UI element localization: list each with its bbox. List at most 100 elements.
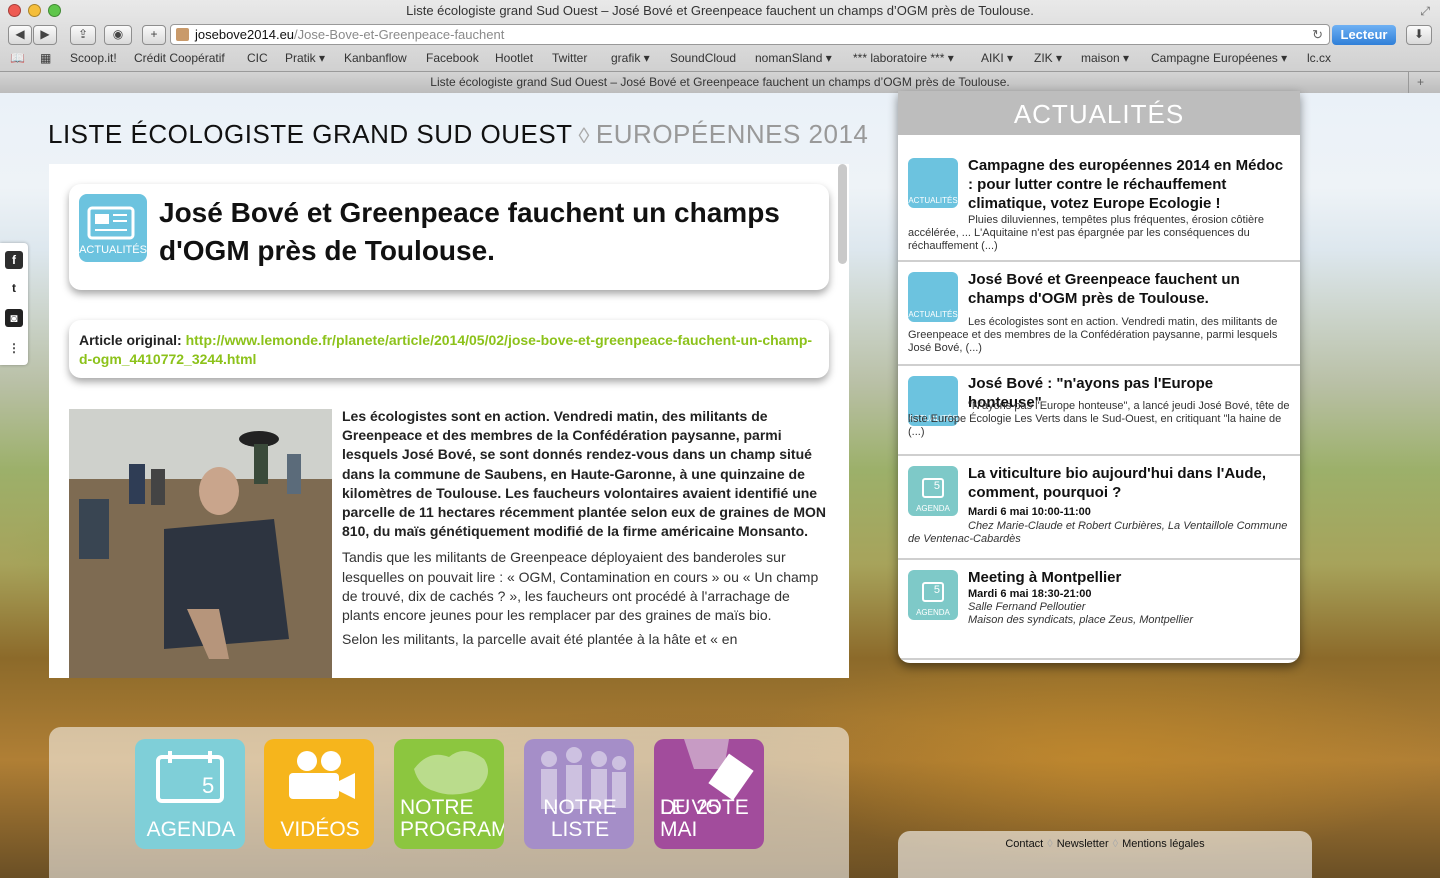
bookmark-item[interactable]: CIC xyxy=(247,51,268,65)
nav-agenda-button[interactable]: 5 AGENDA xyxy=(135,739,245,849)
address-bar[interactable]: josebove2014.eu/Jose-Bove-et-Greenpeace-… xyxy=(170,24,1330,45)
forward-button[interactable]: ▶ xyxy=(33,25,57,45)
bookmark-item[interactable]: Facebook xyxy=(426,51,479,65)
minimize-window-button[interactable] xyxy=(28,4,41,17)
article-paragraph: Tandis que les militants de Greenpeace d… xyxy=(342,549,819,624)
nav-agenda-label: AGENDA xyxy=(146,818,236,841)
bookmark-item[interactable]: grafik ▾ xyxy=(611,51,650,65)
article-panel: ACTUALITÉS José Bové et Greenpeace fauch… xyxy=(49,164,849,678)
url-domain: josebove2014.eu xyxy=(195,27,295,42)
article-body: Les écologistes sont en action. Vendredi… xyxy=(342,407,829,649)
article-paragraph: Selon les militants, la parcelle avait é… xyxy=(342,631,738,648)
bookmark-item[interactable]: Campagne Européenes ▾ xyxy=(1151,51,1287,65)
news-summary: Les écologistes sont en action. Vendredi… xyxy=(908,316,1278,354)
svg-text:5: 5 xyxy=(202,773,214,798)
site-subtitle: EUROPÉENNES 2014 xyxy=(595,119,869,149)
window-title: Liste écologiste grand Sud Ouest – José … xyxy=(406,3,1034,18)
agenda-place: Maison des syndicats, place Zeus, Montpe… xyxy=(968,614,1193,626)
bottom-navigation: 5 AGENDA VIDÉOS NOTRE PROGRAMME xyxy=(49,727,849,878)
agenda-title[interactable]: Meeting à Montpellier xyxy=(968,568,1290,587)
agenda-item[interactable]: 5 AGENDA Meeting à Montpellier Mardi 6 ma… xyxy=(898,560,1300,660)
agenda-item[interactable]: 5 AGENDA La viticulture bio aujourd'hui d… xyxy=(898,456,1300,560)
reading-list-icon[interactable]: 📖 xyxy=(10,51,25,65)
reader-button[interactable]: Lecteur xyxy=(1332,25,1396,45)
bookmark-item[interactable]: maison ▾ xyxy=(1081,51,1129,65)
footer-links: Contact ◊ Newsletter ◊ Mentions légales xyxy=(898,831,1312,878)
footer-newsletter-link[interactable]: Newsletter xyxy=(1057,838,1109,850)
social-sidebar: f t ◙ ⋮ xyxy=(0,243,28,365)
calendar-icon: 5 xyxy=(156,751,224,803)
article-scrollbar[interactable] xyxy=(838,164,847,264)
bookmark-item[interactable]: lc.cx xyxy=(1307,51,1331,65)
article-photo xyxy=(69,409,332,678)
browser-toolbar: ◀ ▶ ⇪ ◉ + josebove2014.eu/Jose-Bove-et-G… xyxy=(0,22,1440,48)
bookmark-item[interactable]: *** laboratoire *** ▾ xyxy=(853,51,954,65)
site-title-main: LISTE ÉCOLOGISTE GRAND SUD OUEST xyxy=(48,119,573,149)
nav-videos-label: VIDÉOS xyxy=(280,818,360,841)
bookmark-item[interactable]: AIKI ▾ xyxy=(981,51,1013,65)
news-summary: Pluies diluviennes, tempêtes plus fréque… xyxy=(908,214,1264,252)
bookmark-item[interactable]: Kanbanflow xyxy=(344,51,407,65)
news-item[interactable]: ACTUALITÉS Campagne des européennes 2014… xyxy=(898,148,1300,262)
bookmark-item[interactable]: Crédit Coopératif xyxy=(134,51,225,65)
back-button[interactable]: ◀ xyxy=(8,25,32,45)
share-more-icon[interactable]: ⋮ xyxy=(5,339,23,357)
newspaper-icon: ACTUALITÉS xyxy=(908,158,958,208)
downloads-icon[interactable]: ⬇ xyxy=(1406,25,1432,45)
nav-list-button[interactable]: NOTRE LISTE xyxy=(524,739,634,849)
agenda-title[interactable]: La viticulture bio aujourd'hui dans l'Au… xyxy=(968,464,1290,502)
news-item[interactable]: ACTUALITÉS José Bové et Greenpeace fauch… xyxy=(898,262,1300,366)
news-summary: "N'ayons pas l'Europe honteuse", a lancé… xyxy=(908,400,1290,438)
bookmark-item[interactable]: Hootlet xyxy=(495,51,533,65)
nav-programme-button[interactable]: NOTRE PROGRAMME xyxy=(394,739,504,849)
new-tab-button[interactable]: + xyxy=(142,25,166,45)
video-camera-icon xyxy=(289,751,355,799)
nav-list-label: NOTRE LISTE xyxy=(543,796,617,841)
original-article-card: Article original: http://www.lemonde.fr/… xyxy=(69,320,829,378)
article-lead: Les écologistes sont en action. Vendredi… xyxy=(342,408,826,540)
news-title[interactable]: Campagne des européennes 2014 en Médoc :… xyxy=(968,156,1290,213)
bookmark-item[interactable]: Twitter xyxy=(552,51,587,65)
facebook-icon[interactable]: f xyxy=(5,251,23,269)
nav-vote-label: DU 25 MAI xyxy=(660,796,720,841)
news-item[interactable]: ACTUALITÉS José Bové : "n'ayons pas l'Eu… xyxy=(898,366,1300,456)
category-label: ACTUALITÉS xyxy=(79,244,147,256)
nav-programme-label: NOTRE xyxy=(400,796,474,819)
sidebar-heading: ACTUALITÉS xyxy=(898,91,1300,135)
favicon-icon xyxy=(176,28,189,41)
footer-legal-link[interactable]: Mentions légales xyxy=(1122,838,1205,850)
url-path: /Jose-Bove-et-Greenpeace-fauchent xyxy=(294,27,505,42)
footer-contact-link[interactable]: Contact xyxy=(1005,838,1043,850)
top-sites-icon[interactable]: ▦ xyxy=(40,51,51,65)
title-separator: ◊ xyxy=(578,123,590,148)
nav-vote-button[interactable]: LE VOTE DU 25 MAI xyxy=(654,739,764,849)
original-label: Article original: xyxy=(79,332,182,348)
close-window-button[interactable] xyxy=(8,4,21,17)
browser-chrome: Liste écologiste grand Sud Ouest – José … xyxy=(0,0,1440,93)
instagram-icon[interactable]: ◙ xyxy=(5,309,23,327)
calendar-icon: 5 AGENDA xyxy=(908,466,958,516)
bookmark-item[interactable]: Scoop.it! xyxy=(70,51,117,65)
site-title[interactable]: LISTE ÉCOLOGISTE GRAND SUD OUEST ◊ EUROPÉE… xyxy=(48,119,868,150)
reload-icon[interactable]: ↻ xyxy=(1312,25,1323,44)
bookmark-item[interactable]: SoundCloud xyxy=(670,51,736,65)
news-title[interactable]: José Bové et Greenpeace fauchent un cham… xyxy=(968,270,1290,308)
bookmarks-bar: 📖 ▦ Scoop.it! Crédit Coopératif CIC Pratik … xyxy=(0,48,1440,70)
nav-videos-button[interactable]: VIDÉOS xyxy=(264,739,374,849)
bookmark-item[interactable]: ZIK ▾ xyxy=(1034,51,1062,65)
new-tab-plus-icon[interactable]: + xyxy=(1408,72,1432,93)
newspaper-icon: ACTUALITÉS xyxy=(908,272,958,322)
history-icon[interactable]: ◉ xyxy=(104,25,132,45)
twitter-icon[interactable]: t xyxy=(5,279,23,297)
agenda-date: Mardi 6 mai 18:30-21:00 xyxy=(968,588,1092,600)
agenda-place: Salle Fernand Pelloutier xyxy=(968,601,1086,613)
original-article-link[interactable]: http://www.lemonde.fr/planete/article/20… xyxy=(79,332,812,367)
article-header-card: ACTUALITÉS José Bové et Greenpeace fauch… xyxy=(69,184,829,290)
bookmark-item[interactable]: Pratik ▾ xyxy=(285,51,325,65)
active-tab-title[interactable]: Liste écologiste grand Sud Ouest – José … xyxy=(430,75,1009,89)
zoom-window-button[interactable] xyxy=(48,4,61,17)
fullscreen-icon[interactable]: ⤢ xyxy=(1420,0,1430,22)
bookmark-item[interactable]: nomanSland ▾ xyxy=(755,51,832,65)
news-sidebar: ACTUALITÉS ACTUALITÉS Campagne des europ… xyxy=(898,91,1300,663)
share-icon[interactable]: ⇪ xyxy=(70,25,96,45)
